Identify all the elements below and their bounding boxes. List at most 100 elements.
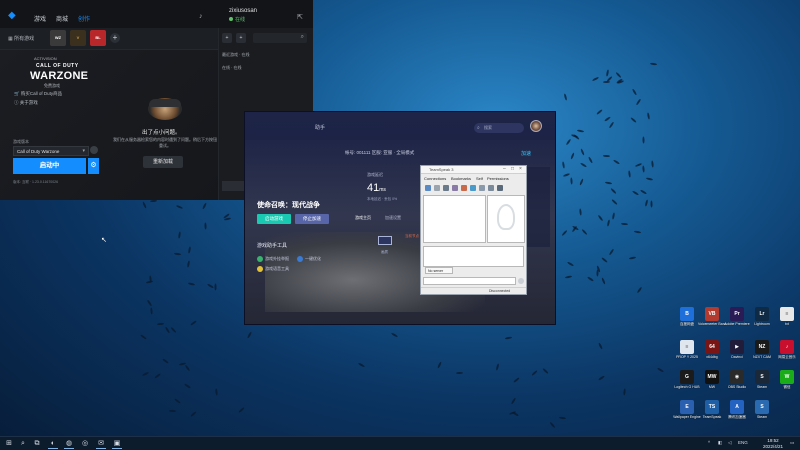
desktop-icon[interactable]: MW MW [700,370,724,400]
add-friend-icon[interactable]: + [222,33,232,43]
teamspeak-taskbar-icon[interactable]: ▣ [112,439,122,449]
filter-icon[interactable] [488,185,494,191]
reload-button[interactable]: 重新加载 [143,156,183,168]
desktop-icon[interactable]: E Wallpaper Engine [673,400,701,430]
desktop-icon[interactable]: VBVoicemeeter Banana [698,307,726,337]
desktop-icon[interactable]: Pr Adobe Premiere [724,307,750,337]
menu-permissions[interactable]: Permissions [487,176,509,181]
connect-icon[interactable] [425,185,431,191]
tray-chevron-icon[interactable]: ^ [708,440,710,445]
tab-settings[interactable]: 加速设置 [385,215,401,221]
tab-home[interactable]: 游戏主页 [355,215,371,221]
desktop-icon[interactable]: NZ NZXT CAM [750,340,774,370]
input-language[interactable]: ENG [738,440,748,445]
notification-icon[interactable]: ▭ [790,440,794,446]
fish-silhouette [437,360,442,369]
desktop-icon[interactable]: ≡ txt [775,307,799,337]
monitor-icon[interactable] [378,236,392,245]
start-game-button[interactable]: 启动游戏 [257,214,291,224]
fish-silhouette [597,214,604,222]
chat-tab-server[interactable]: No server [425,267,453,274]
desktop-icon[interactable]: A 腾讯加速器 [725,400,749,430]
desktop-icon[interactable]: G Logitech G HUB [674,370,700,400]
maximize-icon[interactable]: □ [511,166,514,172]
nav-create[interactable]: 创作 [78,14,90,23]
close-icon[interactable]: × [519,166,522,172]
search-input[interactable]: ⌕ 搜索 [474,123,524,133]
fish-silhouette [566,261,574,267]
gear-icon[interactable]: ⚙ [88,158,99,174]
stop-accel-button[interactable]: 停止加速 [295,214,329,224]
desktop-icon[interactable]: S Steam [750,370,774,400]
play-button[interactable]: 启动中 [13,158,86,174]
server-tree[interactable] [423,195,486,243]
nav-shop[interactable]: 商城 [56,14,68,23]
desktop-icon[interactable]: Lr Lightroom [750,307,774,337]
avatar[interactable] [530,120,542,132]
mute-speaker-icon[interactable] [470,185,476,191]
minimize-icon[interactable]: – [503,166,506,172]
volume-icon[interactable]: ◁ [728,440,731,446]
desktop-icon[interactable]: B 百度网盘 [675,307,699,337]
chrome-taskbar-icon[interactable]: ◎ [80,439,90,449]
group-icon[interactable]: + [236,33,246,43]
accelerator-taskbar-icon[interactable]: ✉ [96,439,106,449]
version-extra-icon[interactable] [90,146,98,154]
desktop-icon[interactable]: ≡ PROP Y 2025 [675,340,699,370]
battlenet-logo-icon[interactable]: ◆ [8,10,22,21]
network-icon[interactable]: ◧ [718,440,722,446]
task-view-icon[interactable]: ⧉ [32,439,42,449]
desktop-icon[interactable]: ◉ OBS Studio [725,370,749,400]
friend-group-recent[interactable]: 最近游戏 · 在线 [222,52,250,58]
tool-optimize[interactable]: 一键优化 [297,256,321,262]
fish-silhouette [650,200,653,208]
start-icon[interactable]: ⊞ [4,439,14,449]
friend-group-online[interactable]: 在线 · 在线 [222,65,242,71]
app-icon: ♪ [780,340,794,354]
desktop-icon[interactable]: S Steam [750,400,774,430]
away-icon[interactable] [452,185,458,191]
user-name[interactable]: zixiusosan [229,8,257,14]
game-tile-blackops[interactable]: BL [90,30,106,46]
menu-self[interactable]: Self [476,176,483,181]
bookmark-icon[interactable] [443,185,449,191]
version-select[interactable]: Call of Duty Warzone ▾ [13,146,89,156]
accelerate-toggle[interactable]: 加速 [521,150,531,157]
bell-icon[interactable]: ♪ [199,13,203,20]
menu-bookmarks[interactable]: Bookmarks [451,176,471,181]
nav-games[interactable]: 游戏 [34,14,46,23]
disconnect-icon[interactable] [434,185,440,191]
menu-connections[interactable]: Connections [424,176,446,181]
game-tile-vanguard[interactable]: V [70,30,86,46]
contacts-icon[interactable] [497,185,503,191]
app-icon: ≡ [780,307,794,321]
link-buy-merch[interactable]: 🛒 购买Call of Duty商品 [14,91,62,97]
desktop-icon[interactable]: ♪ 网易云音乐 [775,340,799,370]
emoji-icon[interactable] [518,278,524,284]
chat-input[interactable] [423,277,516,285]
link-about-game[interactable]: ⓘ 关于游戏 [14,100,38,106]
game-tile-warzone[interactable]: WZ [50,30,66,46]
desktop-icon[interactable]: W 微信 [775,370,799,400]
mute-mic-icon[interactable] [461,185,467,191]
fish-silhouette [187,259,191,268]
latency-label: 游戏延迟 [367,172,383,177]
search-icon[interactable]: ⌕ [18,439,28,449]
friend-search-input[interactable]: ⌕ [253,33,307,43]
external-icon[interactable]: ⇱ [297,13,303,21]
fish-silhouette [542,367,549,375]
steam-taskbar-icon[interactable]: ◐ [48,439,58,449]
fish-silhouette [173,252,182,256]
clock[interactable]: 19:52 2022/4/21 [762,438,784,449]
desktop-icon[interactable]: 64 x64dbg [700,340,724,370]
add-game-icon[interactable]: + [110,33,120,43]
tool-voice[interactable]: 游戏语音工具 [257,266,289,272]
desktop-icon[interactable]: TS TeamSpeak [700,400,724,430]
account-info: 帐号: 001111 区服: 亚服 · 全局模式 [345,150,415,155]
all-games-button[interactable]: ▦ 所有游戏 [8,35,34,42]
fish-silhouette [173,397,181,404]
tool-report[interactable]: 游戏外挂举报 [257,256,289,262]
desktop-icon[interactable]: ▶ Davinci [725,340,749,370]
subscribe-icon[interactable] [479,185,485,191]
battlenet-taskbar-icon[interactable]: ◍ [64,439,74,449]
